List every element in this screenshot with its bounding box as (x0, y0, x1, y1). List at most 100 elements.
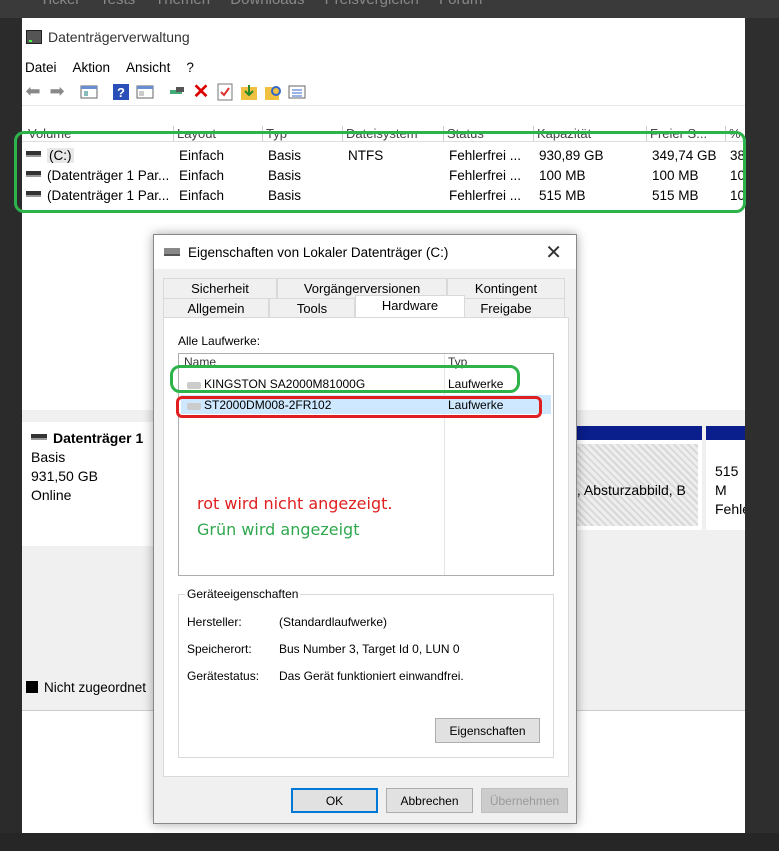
volume-name: (C:) (47, 148, 74, 163)
partition-block-515[interactable]: 515 M Fehle (706, 426, 745, 530)
annotation-green-text: Grün wird angezeigt (197, 520, 360, 539)
cancel-button[interactable]: Abbrechen (386, 788, 473, 813)
volume-capacity: 930,89 GB (539, 148, 604, 163)
forward-arrow-icon[interactable]: ➡ (46, 81, 68, 103)
volume-type: Basis (268, 148, 302, 163)
volume-name: (Datenträger 1 Par... (47, 168, 170, 183)
col-dateisystem[interactable]: Dateisystem (342, 126, 418, 141)
import-icon[interactable] (238, 81, 260, 103)
menu-datei[interactable]: Datei (25, 60, 57, 75)
location-value: Bus Number 3, Target Id 0, LUN 0 (279, 642, 460, 656)
dialog-title: Eigenschaften von Lokaler Datenträger (C… (188, 244, 449, 260)
col-layout[interactable]: Layout (173, 126, 216, 141)
partition-size: 515 M (715, 463, 739, 498)
volume-filesystem: NTFS (348, 148, 384, 163)
close-icon[interactable]: ✕ (545, 240, 562, 265)
volume-layout: Einfach (179, 168, 225, 183)
list-item[interactable]: KINGSTON SA2000M81000G Laufwerke (181, 374, 551, 393)
drive-type: Laufwerke (448, 377, 504, 391)
hard-drive-icon (187, 382, 201, 389)
device-properties-button[interactable]: Eigenschaften (435, 718, 540, 743)
col-volume[interactable]: Volume (25, 126, 71, 141)
background-bottom (0, 833, 779, 851)
volume-layout: Einfach (179, 148, 225, 163)
drive-name: KINGSTON SA2000M81000G (204, 377, 366, 391)
drive-icon (164, 248, 180, 256)
toolbar: ⬅ ➡ ? ✕ (22, 78, 745, 106)
dialog-title-bar: Eigenschaften von Lokaler Datenträger (C… (154, 235, 576, 269)
menu-help[interactable]: ? (186, 60, 194, 75)
disk-management-icon (26, 30, 42, 44)
table-row[interactable]: (Datenträger 1 Par... Einfach Basis Fehl… (22, 186, 745, 206)
tab-allgemein[interactable]: Allgemein (163, 298, 269, 318)
col-type[interactable]: Typ (448, 355, 467, 369)
disk-info-panel[interactable]: Datenträger 1 Basis 931,50 GB Online (22, 422, 162, 546)
title-bar: Datenträgerverwaltung (22, 18, 745, 56)
partition-status-text: ei, Absturzabbild, B (566, 482, 686, 498)
manufacturer-label: Hersteller: (187, 615, 242, 629)
tab-sicherheit[interactable]: Sicherheit (163, 278, 277, 298)
menu-ansicht[interactable]: Ansicht (126, 60, 170, 75)
list-item[interactable]: ST2000DM008-2FR102 Laufwerke (181, 395, 551, 414)
tab-hardware[interactable]: Hardware (355, 295, 465, 318)
volume-drive-icon (26, 191, 41, 198)
col-name[interactable]: Name (184, 355, 216, 369)
properties-view-icon[interactable] (134, 81, 156, 103)
legend-unallocated: Nicht zugeordnet (44, 680, 147, 695)
all-drives-label: Alle Laufwerke: (178, 334, 261, 348)
volume-drive-icon (26, 151, 41, 158)
volume-percent: 38 (730, 148, 745, 163)
table-row[interactable]: (C:) Einfach Basis NTFS Fehlerfrei ... 9… (22, 146, 745, 166)
device-properties-group: Geräteeigenschaften Hersteller: (Standar… (178, 587, 554, 758)
connect-icon[interactable] (166, 81, 188, 103)
table-row[interactable]: (Datenträger 1 Par... Einfach Basis Fehl… (22, 166, 745, 186)
status-value: Das Gerät funktioniert einwandfrei. (279, 669, 464, 683)
volume-percent: 10 (730, 168, 745, 183)
drive-type: Laufwerke (448, 398, 504, 412)
volume-table-header: Volume Layout Typ Dateisystem Status Kap… (22, 124, 745, 142)
checklist-icon[interactable] (214, 81, 236, 103)
disk-type: Basis (31, 449, 66, 465)
col-prozent[interactable]: % (725, 126, 741, 141)
help-icon[interactable]: ? (110, 81, 132, 103)
disk-name: Datenträger 1 (53, 430, 144, 446)
disk-icon (31, 434, 47, 441)
volume-capacity: 515 MB (539, 188, 586, 203)
menu-aktion[interactable]: Aktion (73, 60, 111, 75)
col-freier-speicher[interactable]: Freier S... (646, 126, 707, 141)
volume-name: (Datenträger 1 Par... (47, 188, 170, 203)
apply-button[interactable]: Übernehmen (481, 788, 568, 813)
manufacturer-value: (Standardlaufwerke) (279, 615, 388, 629)
volume-free: 100 MB (652, 168, 699, 183)
ok-button[interactable]: OK (291, 788, 378, 813)
col-status[interactable]: Status (443, 126, 484, 141)
disk-state: Online (31, 487, 72, 503)
background-right (745, 18, 779, 851)
svg-text:?: ? (117, 85, 125, 100)
partition-block[interactable]: ei, Absturzabbild, B (562, 426, 702, 530)
find-icon[interactable] (262, 81, 284, 103)
volume-status: Fehlerfrei ... (449, 168, 522, 183)
window-title: Datenträgerverwaltung (48, 29, 190, 45)
list-view-icon[interactable] (286, 81, 308, 103)
background-website-nav: Ticker Tests Themen Downloads Preisvergl… (0, 0, 779, 18)
volume-status: Fehlerfrei ... (449, 188, 522, 203)
drive-list-header: Name Typ (179, 354, 553, 370)
volume-drive-icon (26, 171, 41, 178)
console-tree-icon[interactable] (78, 81, 100, 103)
col-kapazitaet[interactable]: Kapazität (533, 126, 591, 141)
col-typ[interactable]: Typ (262, 126, 287, 141)
status-label: Gerätestatus: (187, 669, 260, 683)
device-properties-title: Geräteeigenschaften (185, 587, 301, 601)
volume-free: 515 MB (652, 188, 699, 203)
back-arrow-icon[interactable]: ⬅ (22, 81, 44, 103)
delete-icon[interactable]: ✕ (190, 81, 212, 103)
disk-size: 931,50 GB (31, 468, 98, 484)
drive-list[interactable]: Name Typ KINGSTON SA2000M81000G Laufwerk… (178, 353, 554, 576)
annotation-red-text: rot wird nicht angezeigt. (197, 494, 393, 513)
legend: Nicht zugeordnet (22, 680, 146, 695)
tab-tools[interactable]: Tools (269, 298, 355, 318)
volume-percent: 10 (730, 188, 745, 203)
hardware-tab-panel: Alle Laufwerke: Name Typ KINGSTON SA2000… (163, 317, 569, 777)
background-left (0, 18, 22, 833)
